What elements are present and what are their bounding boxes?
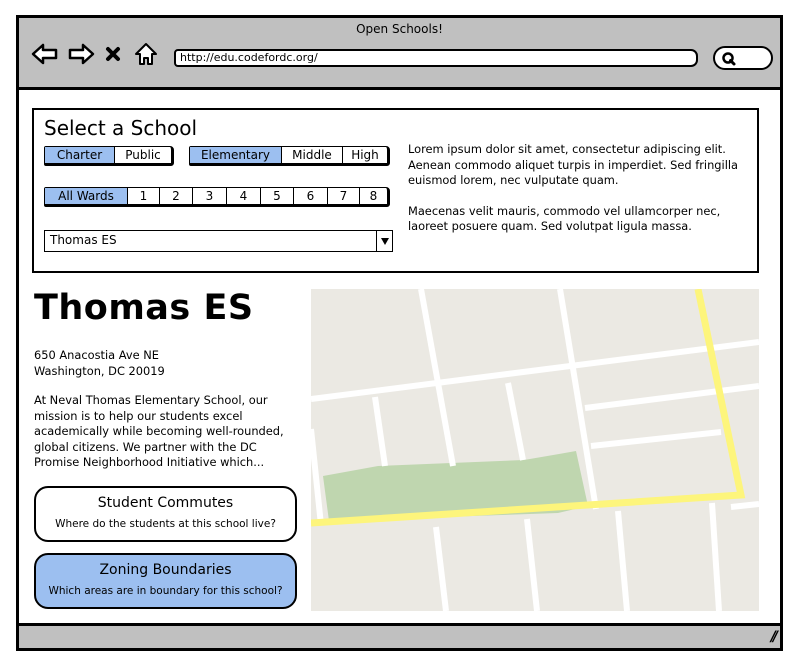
description-paragraph-2: Maecenas velit mauris, commodo vel ullam… bbox=[408, 203, 721, 234]
card-subtitle: Which areas are in boundary for this sch… bbox=[48, 585, 283, 597]
back-button[interactable] bbox=[31, 42, 59, 66]
home-icon bbox=[135, 43, 157, 65]
arrow-left-icon bbox=[31, 43, 58, 65]
school-address: 650 Anacostia Ave NE Washington, DC 2001… bbox=[34, 348, 165, 379]
address-line-2: Washington, DC 20019 bbox=[34, 363, 165, 378]
ward-option-all[interactable]: All Wards bbox=[45, 188, 128, 204]
selector-title: Select a School bbox=[44, 116, 198, 140]
selector-description: Lorem ipsum dolor sit amet, consectetur … bbox=[408, 142, 753, 235]
map-canvas bbox=[311, 289, 759, 611]
grade-option-high[interactable]: High bbox=[343, 147, 387, 163]
school-description: At Neval Thomas Elementary School, our m… bbox=[34, 393, 284, 469]
stop-button[interactable] bbox=[103, 42, 123, 66]
home-button[interactable] bbox=[133, 42, 159, 66]
forward-button[interactable] bbox=[67, 42, 95, 66]
school-dropdown-value: Thomas ES bbox=[50, 233, 117, 247]
chevron-down-icon bbox=[380, 238, 389, 245]
resize-grip-icon[interactable]: // bbox=[771, 629, 778, 645]
grade-option-middle[interactable]: Middle bbox=[282, 147, 343, 163]
ward-option-3[interactable]: 3 bbox=[193, 188, 227, 204]
search-icon bbox=[722, 52, 736, 66]
arrow-right-icon bbox=[68, 43, 95, 65]
map-land bbox=[311, 289, 759, 611]
zoning-boundaries-card[interactable]: Zoning Boundaries Which areas are in bou… bbox=[34, 553, 297, 609]
ward-option-2[interactable]: 2 bbox=[160, 188, 193, 204]
browser-window: Open Schools! http://edu.codefordc.org/ bbox=[16, 15, 783, 651]
ward-option-8[interactable]: 8 bbox=[360, 188, 387, 204]
school-selector-panel: Select a School Charter Public Elementar… bbox=[32, 108, 759, 273]
window-title: Open Schools! bbox=[356, 22, 443, 36]
url-input[interactable]: http://edu.codefordc.org/ bbox=[174, 49, 698, 67]
school-type-option-public[interactable]: Public bbox=[115, 147, 171, 163]
close-x-icon bbox=[106, 47, 120, 61]
search-button[interactable] bbox=[713, 46, 773, 70]
dropdown-arrow[interactable] bbox=[376, 231, 392, 251]
grade-option-elementary[interactable]: Elementary bbox=[190, 147, 282, 163]
ward-toggle: All Wards 1 2 3 4 5 6 7 8 bbox=[44, 187, 390, 207]
description-paragraph-1: Lorem ipsum dolor sit amet, consectetur … bbox=[408, 142, 738, 187]
ward-option-7[interactable]: 7 bbox=[328, 188, 360, 204]
ward-option-6[interactable]: 6 bbox=[294, 188, 328, 204]
student-commutes-card[interactable]: Student Commutes Where do the students a… bbox=[34, 486, 297, 542]
grade-level-toggle: Elementary Middle High bbox=[189, 146, 390, 166]
card-title: Student Commutes bbox=[97, 495, 234, 511]
ward-option-1[interactable]: 1 bbox=[128, 188, 160, 204]
school-dropdown[interactable]: Thomas ES bbox=[44, 230, 393, 252]
school-type-option-charter[interactable]: Charter bbox=[45, 147, 115, 163]
ward-option-4[interactable]: 4 bbox=[227, 188, 261, 204]
ward-option-5[interactable]: 5 bbox=[261, 188, 294, 204]
school-type-toggle: Charter Public bbox=[44, 146, 174, 166]
status-bar: // bbox=[19, 623, 780, 648]
road bbox=[730, 501, 759, 510]
card-subtitle: Where do the students at this school liv… bbox=[55, 518, 276, 530]
school-name-heading: Thomas ES bbox=[34, 288, 254, 328]
address-line-1: 650 Anacostia Ave NE bbox=[34, 348, 159, 362]
card-title: Zoning Boundaries bbox=[99, 562, 232, 578]
zoning-map[interactable] bbox=[311, 289, 759, 611]
browser-toolbar: Open Schools! http://edu.codefordc.org/ bbox=[19, 18, 780, 90]
